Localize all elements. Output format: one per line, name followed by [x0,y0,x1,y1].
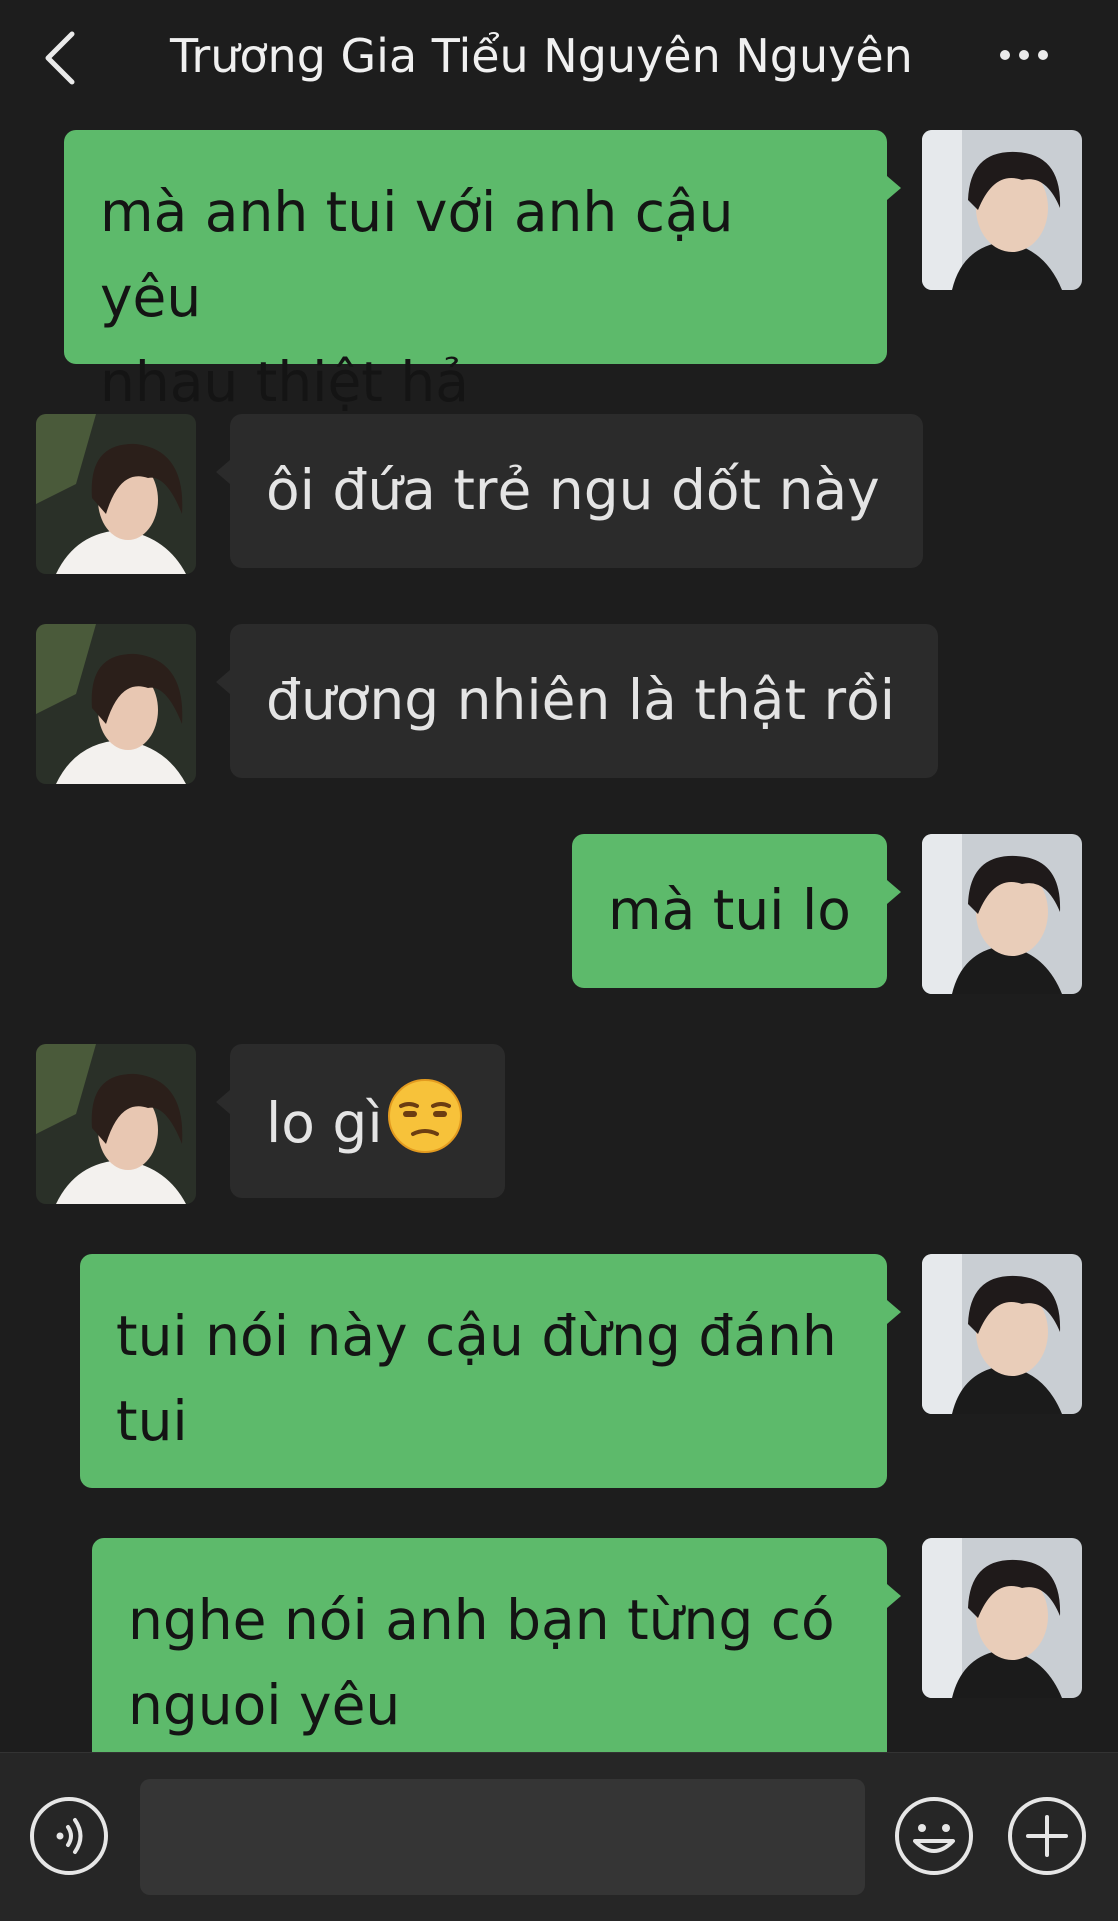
bubble-tail [216,1090,230,1114]
plus-button[interactable] [1006,1795,1088,1877]
avatar-portrait-icon [922,1254,1082,1414]
message-input-bar [0,1752,1118,1921]
contact-avatar[interactable] [36,624,196,784]
my-avatar[interactable] [922,130,1082,290]
message-text-line: nghe nói anh bạn từng có [128,1588,835,1652]
bubble-tail [887,176,901,200]
avatar-portrait-icon [922,130,1082,290]
message-text: lo gì [266,1091,383,1155]
unamused-face-icon [387,1079,462,1153]
emoji-icon [895,1797,973,1875]
message-text-line: nguoi yêu [128,1673,401,1737]
emoji-button[interactable] [893,1795,975,1877]
incoming-message-bubble[interactable]: đương nhiên là thật rồi [230,624,938,778]
message-text: ôi đứa trẻ ngu dốt này [266,458,880,522]
message-text: mà tui lo [608,878,851,942]
avatar-portrait-icon [36,414,196,574]
avatar-portrait-icon [922,1538,1082,1698]
my-avatar[interactable] [922,834,1082,994]
outgoing-message-bubble[interactable]: nghe nói anh bạn từng có nguoi yêu [92,1538,887,1752]
message-input[interactable] [140,1779,865,1895]
contact-avatar[interactable] [36,1044,196,1204]
message-list[interactable]: mà anh tui với anh cậu yêu nhau thiệt hả… [0,120,1118,1752]
my-avatar[interactable] [922,1538,1082,1698]
contact-avatar[interactable] [36,414,196,574]
message-text-line: nhau thiệt hả [100,350,469,414]
avatar-portrait-icon [922,834,1082,994]
chat-header: Trương Gia Tiểu Nguyên Nguyên [0,0,1118,120]
outgoing-message-bubble[interactable]: tui nói này cậu đừng đánh tui [80,1254,887,1488]
bubble-tail [887,1584,901,1608]
my-avatar[interactable] [922,1254,1082,1414]
bubble-tail [887,880,901,904]
bubble-tail [216,670,230,694]
chevron-left-icon [45,31,75,85]
message-text: đương nhiên là thật rồi [266,668,896,732]
voice-button[interactable] [28,1795,110,1877]
back-button[interactable] [40,28,84,88]
incoming-message-bubble[interactable]: lo gì [230,1044,505,1198]
outgoing-message-bubble[interactable]: mà tui lo [572,834,887,988]
chat-title: Trương Gia Tiểu Nguyên Nguyên [170,29,913,83]
more-button[interactable] [995,40,1055,70]
message-text-line: tui [116,1389,188,1453]
avatar-portrait-icon [36,624,196,784]
bubble-tail [216,460,230,484]
outgoing-message-bubble[interactable]: mà anh tui với anh cậu yêu nhau thiệt hả [64,130,887,414]
incoming-message-bubble[interactable]: ôi đứa trẻ ngu dốt này [230,414,923,568]
message-text-line: tui nói này cậu đừng đánh [116,1304,837,1368]
plus-icon [1008,1797,1086,1875]
message-text-line: mà anh tui với anh cậu yêu [100,180,734,329]
voice-icon [30,1797,108,1875]
bubble-tail [887,1300,901,1324]
avatar-portrait-icon [36,1044,196,1204]
more-horizontal-icon [1000,50,1048,60]
